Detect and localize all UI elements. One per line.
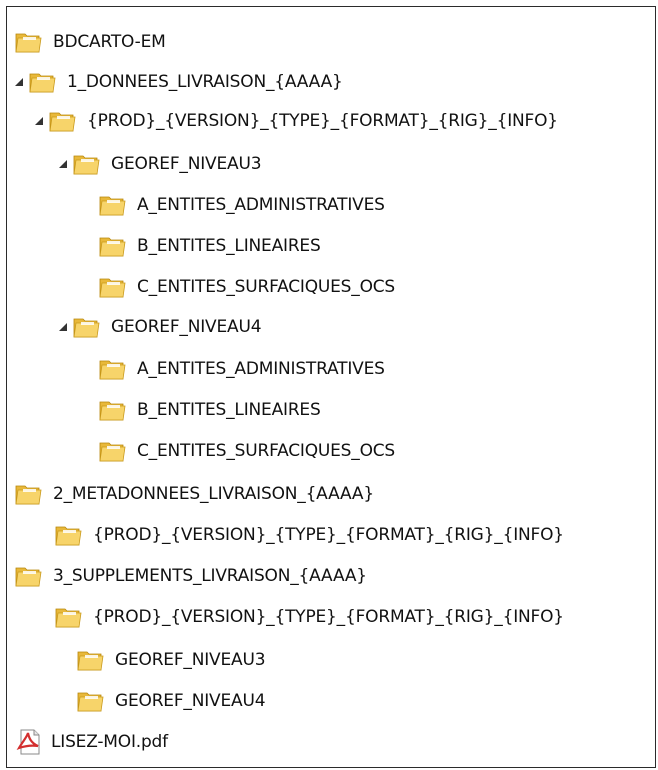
- folder-icon: [73, 315, 101, 339]
- tree-row[interactable]: {PROD}_{VERSION}_{TYPE}_{FORMAT}_{RIG}_{…: [55, 600, 564, 634]
- folder-tree: BDCARTO-EM 1_DONNEES_LIVRAISON_{AAAA} {PRO…: [7, 7, 655, 767]
- tree-item-label: 1_DONNEES_LIVRAISON_{AAAA}: [67, 72, 343, 92]
- tree-item-label: A_ENTITES_ADMINISTRATIVES: [137, 359, 385, 379]
- expand-arrow-icon[interactable]: [13, 76, 25, 88]
- tree-item-label: GEOREF_NIVEAU3: [111, 154, 262, 174]
- expand-arrow-icon[interactable]: [33, 115, 45, 127]
- tree-row[interactable]: 3_SUPPLEMENTS_LIVRAISON_{AAAA}: [15, 559, 367, 593]
- tree-row[interactable]: 2_METADONNEES_LIVRAISON_{AAAA}: [15, 477, 374, 511]
- folder-icon: [99, 234, 127, 258]
- folder-icon: [55, 523, 83, 547]
- pdf-icon: [15, 729, 43, 755]
- tree-item-label: {PROD}_{VERSION}_{TYPE}_{FORMAT}_{RIG}_{…: [93, 607, 564, 627]
- folder-icon: [15, 482, 43, 506]
- tree-item-label: B_ENTITES_LINEAIRES: [137, 400, 321, 420]
- tree-item-label: {PROD}_{VERSION}_{TYPE}_{FORMAT}_{RIG}_{…: [93, 525, 564, 545]
- tree-item-label: C_ENTITES_SURFACIQUES_OCS: [137, 441, 396, 461]
- folder-icon: [15, 30, 43, 54]
- tree-item-label: GEOREF_NIVEAU3: [115, 650, 266, 670]
- folder-icon: [55, 605, 83, 629]
- tree-row[interactable]: {PROD}_{VERSION}_{TYPE}_{FORMAT}_{RIG}_{…: [55, 518, 564, 552]
- folder-icon: [77, 689, 105, 713]
- tree-item-label: C_ENTITES_SURFACIQUES_OCS: [137, 277, 396, 297]
- folder-icon: [49, 109, 77, 133]
- folder-icon: [99, 439, 127, 463]
- tree-item-label: GEOREF_NIVEAU4: [115, 691, 266, 711]
- tree-row[interactable]: B_ENTITES_LINEAIRES: [99, 393, 321, 427]
- expand-arrow-icon[interactable]: [57, 158, 69, 170]
- folder-icon: [99, 275, 127, 299]
- folder-icon: [99, 193, 127, 217]
- tree-item-label: GEOREF_NIVEAU4: [111, 317, 262, 337]
- expand-arrow-icon[interactable]: [57, 321, 69, 333]
- tree-item-label: 3_SUPPLEMENTS_LIVRAISON_{AAAA}: [53, 566, 367, 586]
- folder-icon: [99, 398, 127, 422]
- tree-row[interactable]: GEOREF_NIVEAU4: [57, 310, 262, 344]
- tree-item-label: B_ENTITES_LINEAIRES: [137, 236, 321, 256]
- folder-icon: [15, 564, 43, 588]
- tree-row[interactable]: LISEZ-MOI.pdf: [15, 725, 168, 759]
- tree-row[interactable]: GEOREF_NIVEAU4: [77, 684, 266, 718]
- tree-item-label: LISEZ-MOI.pdf: [51, 732, 168, 752]
- tree-item-label: {PROD}_{VERSION}_{TYPE}_{FORMAT}_{RIG}_{…: [87, 111, 558, 131]
- tree-row[interactable]: C_ENTITES_SURFACIQUES_OCS: [99, 434, 395, 468]
- tree-item-label: BDCARTO-EM: [53, 32, 166, 52]
- tree-row[interactable]: GEOREF_NIVEAU3: [77, 643, 266, 677]
- tree-row[interactable]: 1_DONNEES_LIVRAISON_{AAAA}: [13, 65, 343, 99]
- tree-row[interactable]: B_ENTITES_LINEAIRES: [99, 229, 321, 263]
- tree-row[interactable]: {PROD}_{VERSION}_{TYPE}_{FORMAT}_{RIG}_{…: [33, 104, 558, 138]
- folder-icon: [99, 357, 127, 381]
- tree-row[interactable]: C_ENTITES_SURFACIQUES_OCS: [99, 270, 395, 304]
- folder-icon: [29, 70, 57, 94]
- tree-row[interactable]: A_ENTITES_ADMINISTRATIVES: [99, 188, 385, 222]
- tree-item-label: A_ENTITES_ADMINISTRATIVES: [137, 195, 385, 215]
- folder-icon: [77, 648, 105, 672]
- tree-row[interactable]: A_ENTITES_ADMINISTRATIVES: [99, 352, 385, 386]
- tree-view-frame: BDCARTO-EM 1_DONNEES_LIVRAISON_{AAAA} {PRO…: [6, 6, 656, 768]
- tree-item-label: 2_METADONNEES_LIVRAISON_{AAAA}: [53, 484, 374, 504]
- folder-icon: [73, 152, 101, 176]
- tree-row[interactable]: GEOREF_NIVEAU3: [57, 147, 262, 181]
- tree-row[interactable]: BDCARTO-EM: [15, 25, 166, 59]
